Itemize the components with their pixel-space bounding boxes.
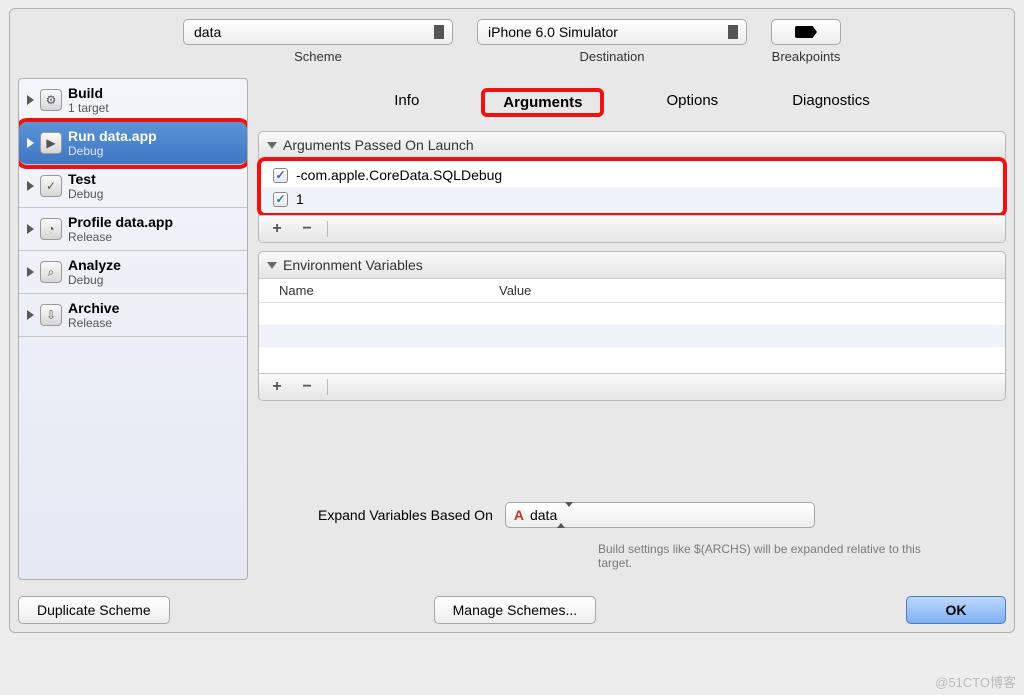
env-panel-header[interactable]: Environment Variables	[259, 252, 1005, 279]
table-row[interactable]	[259, 325, 1005, 347]
breakpoint-icon	[795, 26, 817, 38]
destination-dropdown[interactable]: iPhone 6.0 Simulator	[477, 19, 747, 45]
sb-title: Test	[68, 171, 103, 187]
sidebar-item-test[interactable]: ✓ Test Debug	[19, 165, 247, 208]
tab-bar: Info Arguments Options Diagnostics	[258, 78, 1006, 123]
updown-icon	[557, 507, 573, 523]
destination-label: Destination	[579, 49, 644, 64]
tab-diagnostics[interactable]: Diagnostics	[780, 88, 882, 117]
sb-title: Analyze	[68, 257, 121, 273]
col-name: Name	[279, 283, 499, 298]
disclosure-icon	[27, 95, 34, 105]
sidebar-item-profile[interactable]: ◔ Profile data.app Release	[19, 208, 247, 251]
col-value: Value	[499, 283, 531, 298]
sb-sub: 1 target	[68, 101, 109, 115]
scheme-label: Scheme	[294, 49, 342, 64]
archive-icon: ⇩	[40, 304, 62, 326]
arguments-panel: Arguments Passed On Launch ✓ -com.apple.…	[258, 131, 1006, 243]
breakpoints-label: Breakpoints	[772, 49, 841, 64]
tab-arguments[interactable]: Arguments	[481, 88, 604, 117]
bottom-bar: Duplicate Scheme Manage Schemes... OK	[10, 588, 1014, 632]
sb-sub: Release	[68, 230, 173, 244]
duplicate-scheme-button[interactable]: Duplicate Scheme	[18, 596, 170, 624]
scheme-value: data	[194, 24, 221, 40]
checkbox-checked-icon[interactable]: ✓	[273, 192, 288, 207]
disclosure-down-icon	[267, 142, 277, 149]
table-row[interactable]	[259, 347, 1005, 369]
profile-icon: ◔	[40, 218, 62, 240]
watermark: @51CTO博客	[935, 672, 1016, 691]
analyze-icon: ⌕	[40, 261, 62, 283]
expand-label: Expand Variables Based On	[318, 507, 493, 523]
sidebar-item-run[interactable]: ▶ Run data.app Debug	[19, 122, 247, 165]
app-icon: A	[514, 507, 524, 523]
sb-title: Run data.app	[68, 128, 157, 144]
env-footer: + −	[259, 373, 1005, 400]
toolbar: data Scheme iPhone 6.0 Simulator Destina…	[10, 9, 1014, 70]
scheme-dropdown[interactable]: data	[183, 19, 453, 45]
breakpoints-button[interactable]	[771, 19, 841, 45]
expand-target-dropdown[interactable]: A data	[505, 502, 815, 528]
arguments-list: ✓ -com.apple.CoreData.SQLDebug ✓ 1	[263, 163, 1001, 211]
disclosure-icon	[27, 310, 34, 320]
run-icon: ▶	[40, 132, 62, 154]
arguments-panel-header[interactable]: Arguments Passed On Launch	[259, 132, 1005, 159]
sidebar-item-build[interactable]: ⚙ Build 1 target	[19, 79, 247, 122]
env-vars-panel: Environment Variables Name Value + −	[258, 251, 1006, 401]
updown-icon	[432, 23, 446, 41]
argument-text: 1	[296, 191, 304, 207]
env-rows	[259, 303, 1005, 373]
argument-text: -com.apple.CoreData.SQLDebug	[296, 167, 502, 183]
add-button[interactable]: +	[267, 378, 287, 396]
scheme-editor-window: data Scheme iPhone 6.0 Simulator Destina…	[9, 8, 1015, 633]
remove-button[interactable]: −	[297, 378, 317, 396]
ok-button[interactable]: OK	[906, 596, 1006, 624]
argument-row[interactable]: ✓ -com.apple.CoreData.SQLDebug	[263, 163, 1001, 187]
separator	[327, 221, 328, 237]
disclosure-icon	[27, 138, 34, 148]
sb-title: Build	[68, 85, 109, 101]
build-icon: ⚙	[40, 89, 62, 111]
checkbox-checked-icon[interactable]: ✓	[273, 168, 288, 183]
sb-sub: Debug	[68, 144, 157, 158]
sidebar-item-archive[interactable]: ⇩ Archive Release	[19, 294, 247, 337]
arguments-title: Arguments Passed On Launch	[283, 137, 474, 153]
sb-title: Archive	[68, 300, 119, 316]
separator	[327, 379, 328, 395]
sb-title: Profile data.app	[68, 214, 173, 230]
tab-info[interactable]: Info	[382, 88, 431, 117]
disclosure-icon	[27, 224, 34, 234]
remove-button[interactable]: −	[297, 220, 317, 238]
expand-vars-row: Expand Variables Based On A data	[258, 490, 1006, 530]
expand-value: data	[530, 507, 557, 523]
sb-sub: Debug	[68, 273, 121, 287]
updown-icon	[726, 23, 740, 41]
add-button[interactable]: +	[267, 220, 287, 238]
disclosure-down-icon	[267, 262, 277, 269]
env-title: Environment Variables	[283, 257, 423, 273]
test-icon: ✓	[40, 175, 62, 197]
scheme-sidebar: ⚙ Build 1 target ▶ Run data.app Debug ✓ …	[18, 78, 248, 580]
table-row[interactable]	[259, 303, 1005, 325]
sidebar-item-analyze[interactable]: ⌕ Analyze Debug	[19, 251, 247, 294]
destination-value: iPhone 6.0 Simulator	[488, 24, 618, 40]
argument-row[interactable]: ✓ 1	[263, 187, 1001, 211]
main-content: Info Arguments Options Diagnostics Argum…	[258, 78, 1006, 580]
sb-sub: Debug	[68, 187, 103, 201]
sb-sub: Release	[68, 316, 119, 330]
disclosure-icon	[27, 181, 34, 191]
env-columns: Name Value	[259, 279, 1005, 303]
manage-schemes-button[interactable]: Manage Schemes...	[434, 596, 597, 624]
tab-options[interactable]: Options	[654, 88, 730, 117]
disclosure-icon	[27, 267, 34, 277]
expand-hint: Build settings like $(ARCHS) will be exp…	[258, 538, 1006, 580]
arguments-footer: + −	[259, 215, 1005, 242]
